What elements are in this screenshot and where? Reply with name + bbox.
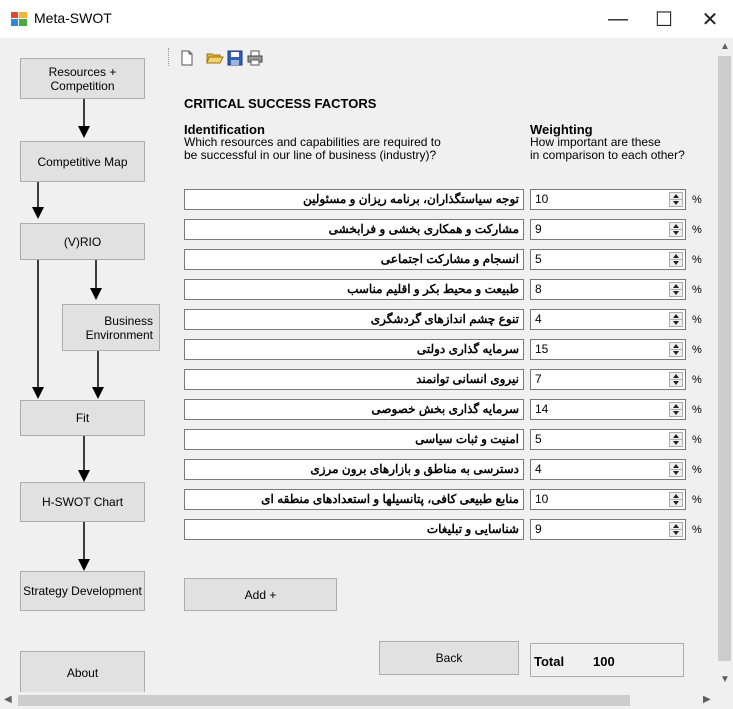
scroll-down-icon[interactable]: ▼ — [720, 674, 730, 685]
window-title: Meta-SWOT — [34, 10, 112, 26]
weight-stepper[interactable]: 15 — [530, 339, 686, 360]
weight-stepper[interactable]: 5 — [530, 429, 686, 450]
weight-value: 10 — [535, 192, 549, 206]
identification-header: Identification Which resources and capab… — [184, 123, 441, 162]
scroll-right-icon[interactable]: ▶ — [703, 694, 711, 705]
weight-stepper[interactable]: 4 — [530, 309, 686, 330]
toolbar-grip — [168, 48, 171, 66]
spin-arrows-icon[interactable] — [669, 402, 683, 417]
scroll-left-icon[interactable]: ◀ — [4, 694, 12, 705]
weight-stepper[interactable]: 10 — [530, 189, 686, 210]
vrio-button[interactable]: (V)RIO — [20, 223, 145, 260]
scroll-up-icon[interactable]: ▲ — [720, 41, 730, 52]
total-box: Total 100 — [530, 643, 684, 677]
weight-value: 9 — [535, 522, 542, 536]
percent-label: % — [692, 374, 702, 386]
weight-value: 4 — [535, 312, 542, 326]
percent-label: % — [692, 314, 702, 326]
add-factor-button[interactable]: Add + — [184, 578, 337, 611]
weight-stepper[interactable]: 9 — [530, 219, 686, 240]
weight-stepper[interactable]: 8 — [530, 279, 686, 300]
spin-arrows-icon[interactable] — [669, 462, 683, 477]
factor-input[interactable]: منابع طبیعی کافی، پتانسیلها و استعدادهای… — [184, 489, 524, 510]
factor-input[interactable]: انسجام و مشارکت اجتماعی — [184, 249, 524, 270]
spin-arrows-icon[interactable] — [669, 522, 683, 537]
strategy-development-button[interactable]: Strategy Development — [20, 571, 145, 611]
weight-value: 5 — [535, 252, 542, 266]
horizontal-scroll-thumb[interactable] — [18, 695, 630, 706]
client-area: Resources + Competition Competitive Map … — [0, 38, 733, 709]
new-file-icon[interactable] — [178, 49, 196, 67]
minimize-button[interactable]: — — [595, 0, 641, 38]
h-swot-chart-button[interactable]: H-SWOT Chart — [20, 482, 145, 522]
weight-value: 15 — [535, 342, 549, 356]
weight-value: 5 — [535, 432, 542, 446]
weight-value: 8 — [535, 282, 542, 296]
save-icon[interactable] — [226, 49, 244, 67]
business-environment-button[interactable]: Business Environment — [62, 304, 160, 351]
spin-arrows-icon[interactable] — [669, 252, 683, 267]
percent-label: % — [692, 404, 702, 416]
factor-input[interactable]: تنوع چشم اندازهای گردشگری — [184, 309, 524, 330]
identification-line2: be successful in our line of business (i… — [184, 148, 437, 162]
percent-label: % — [692, 434, 702, 446]
section-title: CRITICAL SUCCESS FACTORS — [184, 96, 377, 111]
factor-input[interactable]: سرمایه گذاری بخش خصوصی — [184, 399, 524, 420]
spin-arrows-icon[interactable] — [669, 282, 683, 297]
weight-stepper[interactable]: 10 — [530, 489, 686, 510]
total-label: Total — [534, 654, 565, 669]
total-value: 100 — [593, 654, 615, 669]
weight-stepper[interactable]: 9 — [530, 519, 686, 540]
weight-value: 9 — [535, 222, 542, 236]
close-button[interactable]: ✕ — [687, 0, 733, 38]
app-icon — [11, 12, 27, 26]
spin-arrows-icon[interactable] — [669, 312, 683, 327]
spin-arrows-icon[interactable] — [669, 372, 683, 387]
weight-stepper[interactable]: 14 — [530, 399, 686, 420]
factor-input[interactable]: توجه سیاستگذاران، برنامه ریزان و مسئولین — [184, 189, 524, 210]
horizontal-scrollbar[interactable]: ◀ ▶ — [0, 692, 716, 709]
weight-value: 14 — [535, 402, 549, 416]
about-button[interactable]: About — [20, 651, 145, 694]
weighting-header: Weighting How important are these in com… — [530, 123, 685, 162]
factor-input[interactable]: دسترسی به مناطق و بازارهای برون مرزی — [184, 459, 524, 480]
factor-input[interactable]: امنیت و ثبات سیاسی — [184, 429, 524, 450]
percent-label: % — [692, 224, 702, 236]
spin-arrows-icon[interactable] — [669, 342, 683, 357]
competitive-map-button[interactable]: Competitive Map — [20, 141, 145, 182]
percent-label: % — [692, 464, 702, 476]
spin-arrows-icon[interactable] — [669, 192, 683, 207]
vertical-scroll-thumb[interactable] — [718, 56, 731, 661]
fit-button[interactable]: Fit — [20, 400, 145, 436]
percent-label: % — [692, 194, 702, 206]
weight-stepper[interactable]: 5 — [530, 249, 686, 270]
title-bar: Meta-SWOT — ☐ ✕ — [0, 0, 733, 38]
spin-arrows-icon[interactable] — [669, 432, 683, 447]
weight-value: 7 — [535, 372, 542, 386]
resources-competition-button[interactable]: Resources + Competition — [20, 58, 145, 99]
vertical-scrollbar[interactable]: ▲ ▼ — [716, 38, 733, 688]
percent-label: % — [692, 494, 702, 506]
weight-stepper[interactable]: 7 — [530, 369, 686, 390]
print-icon[interactable] — [246, 49, 264, 67]
back-button[interactable]: Back — [379, 641, 519, 675]
percent-label: % — [692, 524, 702, 536]
factor-input[interactable]: نیروی انسانی توانمند — [184, 369, 524, 390]
percent-label: % — [692, 254, 702, 266]
weight-value: 4 — [535, 462, 542, 476]
factor-input[interactable]: شناسایی و تبلیغات — [184, 519, 524, 540]
factor-input[interactable]: طبیعت و محیط بکر و اقلیم مناسب — [184, 279, 524, 300]
weight-value: 10 — [535, 492, 549, 506]
maximize-button[interactable]: ☐ — [641, 0, 687, 38]
percent-label: % — [692, 344, 702, 356]
open-folder-icon[interactable] — [206, 49, 224, 67]
spin-arrows-icon[interactable] — [669, 492, 683, 507]
factor-input[interactable]: سرمایه گذاری دولتی — [184, 339, 524, 360]
spin-arrows-icon[interactable] — [669, 222, 683, 237]
factor-input[interactable]: مشارکت و همکاری بخشی و فرابخشی — [184, 219, 524, 240]
weighting-line2: in comparison to each other? — [530, 148, 685, 162]
percent-label: % — [692, 284, 702, 296]
weight-stepper[interactable]: 4 — [530, 459, 686, 480]
